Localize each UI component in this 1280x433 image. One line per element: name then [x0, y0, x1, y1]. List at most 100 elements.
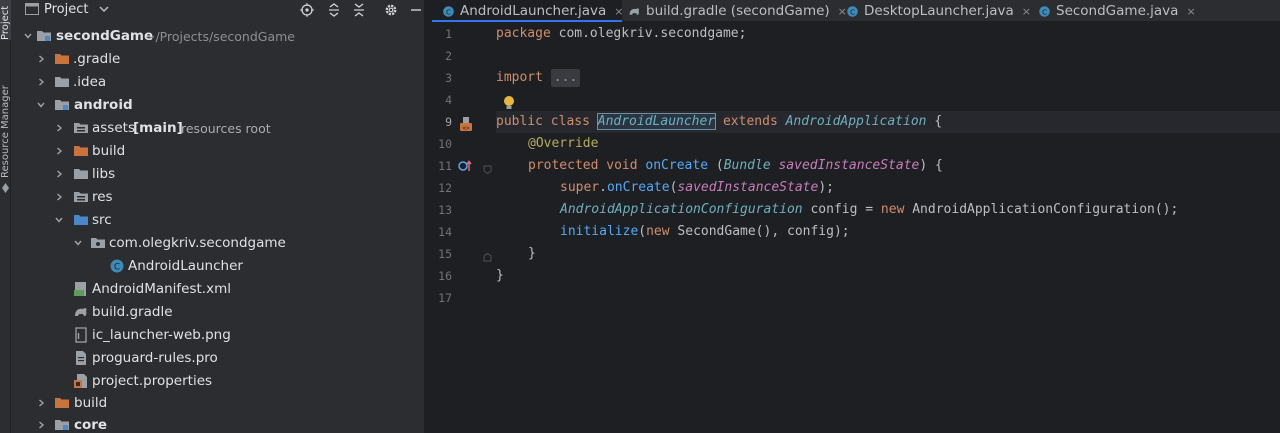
- tree-item-label: project.properties: [92, 373, 213, 389]
- chevron-right-icon[interactable]: [36, 77, 46, 87]
- chevron-down-icon[interactable]: [99, 5, 109, 13]
- folded-imports[interactable]: ...: [550, 69, 581, 87]
- tree-item-root-build[interactable]: build: [11, 391, 424, 414]
- tab-secondgame[interactable]: C SecondGame.java ×: [1038, 0, 1198, 22]
- override-method-icon[interactable]: [458, 159, 472, 173]
- chevron-right-icon[interactable]: [54, 123, 64, 133]
- panel-splitter[interactable]: [424, 0, 432, 433]
- chevron-right-icon[interactable]: [36, 398, 46, 408]
- code-text: );: [818, 180, 834, 195]
- tree-item-secondgame[interactable]: secondGame ~/Projects/secondGame: [11, 24, 424, 47]
- close-icon[interactable]: ×: [614, 5, 623, 18]
- project-panel-title[interactable]: Project: [44, 2, 88, 17]
- line-number: 4: [445, 93, 452, 107]
- tree-item-ic-launcher[interactable]: ic_launcher-web.png: [11, 323, 424, 346]
- code-keyword: new: [880, 202, 905, 217]
- resources-folder-icon: [74, 123, 88, 133]
- gradle-icon: [629, 7, 640, 15]
- hide-panel-button[interactable]: [407, 1, 425, 19]
- chevron-right-icon[interactable]: [36, 420, 46, 430]
- tree-item-label: .gradle: [73, 51, 121, 67]
- tree-item-hint: resources root: [181, 121, 271, 136]
- expand-all-button[interactable]: [325, 1, 343, 19]
- collapse-all-button[interactable]: [350, 1, 368, 19]
- close-icon[interactable]: ×: [1186, 5, 1195, 18]
- class-name-highlight[interactable]: AndroidLauncher: [596, 113, 717, 130]
- tree-item-label: build.gradle: [92, 304, 173, 320]
- tree-item-label: build: [92, 143, 126, 159]
- code-line-12: super.onCreate(savedInstanceState);: [560, 177, 834, 199]
- lightbulb-icon[interactable]: [502, 95, 516, 111]
- options-button[interactable]: [382, 1, 400, 19]
- android-run-icon[interactable]: <>: [458, 116, 474, 132]
- tree-item-label: com.olegkriv.secondgame: [109, 235, 286, 251]
- tab-desktoplauncher[interactable]: C DesktopLauncher.java ×: [846, 0, 1031, 22]
- code-text: {: [926, 114, 943, 129]
- tree-item-android[interactable]: android: [11, 93, 424, 116]
- chevron-down-icon[interactable]: [23, 31, 33, 41]
- code-text: }: [528, 246, 536, 261]
- code-text: SecondGame(), config);: [669, 224, 850, 239]
- package-icon: [91, 238, 105, 248]
- chevron-right-icon[interactable]: [54, 192, 64, 202]
- fold-marker-icon[interactable]: [483, 165, 492, 174]
- tree-item-package[interactable]: com.olegkriv.secondgame: [11, 231, 424, 254]
- folder-icon: [55, 77, 69, 87]
- line-number: 16: [438, 269, 452, 283]
- code-text: com.olegkriv.secondgame;: [550, 26, 747, 41]
- resource-manager-tool-tab[interactable]: Resource Manager: [0, 82, 11, 178]
- folder-orange-icon: [55, 398, 69, 408]
- tree-item-label: proguard-rules.pro: [92, 350, 218, 366]
- tree-item-build-gradle[interactable]: build.gradle: [11, 300, 424, 323]
- chevron-right-icon[interactable]: [54, 169, 64, 179]
- line-number: 2: [445, 49, 452, 63]
- chevron-right-icon[interactable]: [54, 146, 64, 156]
- tree-item-path: ~/Projects/secondGame: [145, 29, 295, 44]
- project-tool-tab[interactable]: Project: [0, 0, 11, 40]
- close-icon[interactable]: ×: [1022, 5, 1031, 18]
- chevron-down-icon[interactable]: [54, 215, 64, 225]
- code-editor[interactable]: package com.olegkriv.secondgame; import …: [496, 23, 1280, 433]
- chevron-down-icon[interactable]: [36, 100, 46, 110]
- line-number: 12: [438, 181, 452, 195]
- chevron-right-icon[interactable]: [36, 54, 46, 64]
- tree-item-manifest[interactable]: AndroidManifest.xml: [11, 277, 424, 300]
- chevron-down-icon[interactable]: [73, 238, 83, 248]
- code-text: (: [638, 224, 647, 239]
- tree-item-res[interactable]: res: [11, 185, 424, 208]
- tree-item-android-build[interactable]: build: [11, 139, 424, 162]
- tree-item-proguard[interactable]: proguard-rules.pro: [11, 346, 424, 369]
- code-line-9: public class AndroidLauncher extends And…: [496, 111, 1280, 133]
- tree-item-idea-folder[interactable]: .idea: [11, 70, 424, 93]
- locate-file-button[interactable]: [298, 1, 316, 19]
- tab-androidlauncher[interactable]: C AndroidLauncher.java ×: [432, 0, 624, 22]
- code-text: AndroidApplicationConfiguration();: [904, 202, 1179, 217]
- svg-text:C: C: [114, 263, 120, 273]
- tree-item-core[interactable]: core: [11, 413, 424, 433]
- svg-text:C: C: [446, 7, 451, 16]
- code-keyword: protected void: [528, 158, 638, 173]
- fold-marker-icon[interactable]: [483, 253, 492, 262]
- tab-build-gradle[interactable]: build.gradle (secondGame) ×: [628, 0, 847, 22]
- line-number: 1: [445, 27, 452, 41]
- code-text: ) {: [919, 158, 943, 173]
- tree-item-label: core: [74, 417, 108, 433]
- tree-item-assets[interactable]: assets [main] resources root: [11, 116, 424, 139]
- svg-text:<>: <>: [462, 125, 470, 132]
- folder-icon: [74, 169, 88, 179]
- class-icon: C: [110, 259, 124, 273]
- line-number: 14: [438, 225, 452, 239]
- res-folder-icon: [74, 192, 88, 202]
- tree-item-src[interactable]: src: [11, 208, 424, 231]
- tree-item-androidlauncher[interactable]: C AndroidLauncher: [11, 254, 424, 277]
- code-text: config =: [802, 202, 881, 217]
- resource-manager-icon[interactable]: [1, 182, 10, 194]
- code-text: (: [708, 158, 724, 173]
- code-keyword: new: [646, 224, 670, 239]
- tree-item-project-properties[interactable]: project.properties: [11, 369, 424, 392]
- tree-item-libs[interactable]: libs: [11, 162, 424, 185]
- text-file-icon: [76, 351, 86, 365]
- crosshair-icon: [300, 3, 314, 17]
- tree-item-label: res: [92, 189, 113, 205]
- tree-item-gradle-folder[interactable]: .gradle: [11, 47, 424, 70]
